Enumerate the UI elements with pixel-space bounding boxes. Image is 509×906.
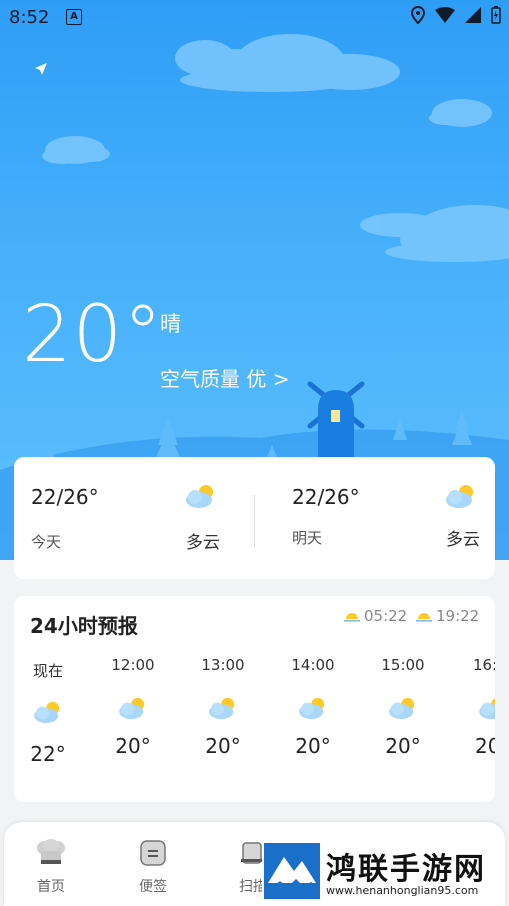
hour-time: 14:00 — [291, 656, 335, 674]
current-condition: 晴 — [160, 312, 181, 336]
tomorrow-label: 明天 — [292, 529, 323, 547]
accessibility-icon: A — [66, 9, 82, 25]
sunset-icon — [416, 613, 432, 622]
hourly-forecast-card: 24小时预报 05:22 19:22 现在 22° 12:00 20° 13:0… — [14, 596, 495, 802]
hour-column: 14:00 20° — [283, 656, 343, 758]
status-bar: 8:52 A — [0, 0, 509, 36]
sunrise-icon — [344, 613, 360, 622]
hour-column: 13:00 20° — [193, 656, 253, 758]
hour-column: 12:00 20° — [103, 656, 163, 758]
wifi-icon — [435, 7, 455, 23]
sunrise-time: 05:22 — [364, 607, 408, 625]
signal-icon — [465, 7, 481, 23]
current-temperature: 20° — [22, 290, 164, 380]
hour-column: 现在 22° — [18, 660, 78, 766]
hour-temp: 20° — [115, 734, 151, 758]
hourly-title: 24小时预报 — [30, 614, 138, 638]
hour-time: 15:00 — [381, 656, 425, 674]
today-temp-range: 22/26° — [31, 485, 99, 509]
hour-column: 16: 20 — [463, 656, 495, 758]
today-condition: 多云 — [186, 533, 220, 553]
location-icon — [411, 6, 425, 24]
daily-forecast-card: 22/26° 今天 多云 22/26° 明天 多云 — [14, 457, 495, 579]
partly-cloudy-icon — [479, 698, 495, 720]
today-label: 今天 — [31, 533, 62, 551]
hour-time: 16: — [473, 656, 495, 674]
hour-temp: 20° — [205, 734, 241, 758]
partly-cloudy-icon — [209, 697, 235, 720]
partly-cloudy-icon — [299, 697, 325, 720]
hour-time: 13:00 — [201, 656, 245, 674]
hour-column: 15:00 20° — [373, 656, 433, 758]
watermark-title: 鸿联手游网 — [326, 852, 486, 887]
battery-icon — [491, 6, 501, 24]
partly-cloudy-icon — [34, 701, 60, 724]
hour-temp: 20° — [295, 734, 331, 758]
note-icon — [140, 840, 166, 866]
partly-cloudy-icon — [446, 485, 473, 508]
watermark-url: www.henanhonglian95.com — [326, 884, 479, 897]
watermark: 鸿联手游网 www.henanhonglian95.com — [262, 838, 505, 904]
partly-cloudy-icon — [119, 697, 145, 720]
air-quality-link[interactable]: 空气质量 优 > — [160, 363, 289, 392]
hour-time: 现在 — [32, 662, 63, 680]
tomorrow-condition: 多云 — [446, 530, 480, 550]
hour-temp: 22° — [30, 742, 66, 766]
tab-label: 便签 — [139, 879, 167, 895]
status-time: 8:52 — [9, 7, 50, 28]
hour-time: 12:00 — [111, 656, 155, 674]
tomorrow-temp-range: 22/26° — [292, 485, 360, 509]
tab-label: 首页 — [37, 879, 65, 895]
tab-notes[interactable]: 便签 — [118, 838, 188, 896]
sunrise: 05:22 — [344, 607, 407, 625]
sunset: 19:22 — [416, 607, 479, 625]
card-divider — [254, 495, 255, 547]
hour-temp: 20° — [385, 734, 421, 758]
status-icons — [411, 6, 501, 24]
tab-home[interactable]: 首页 — [16, 838, 86, 896]
location-arrow-icon[interactable] — [34, 62, 48, 76]
chef-hat-icon — [37, 839, 65, 864]
partly-cloudy-icon — [389, 697, 415, 720]
watermark-logo — [264, 843, 320, 899]
partly-cloudy-icon — [186, 485, 213, 508]
hour-temp: 20 — [475, 734, 495, 758]
sunset-time: 19:22 — [436, 607, 480, 625]
